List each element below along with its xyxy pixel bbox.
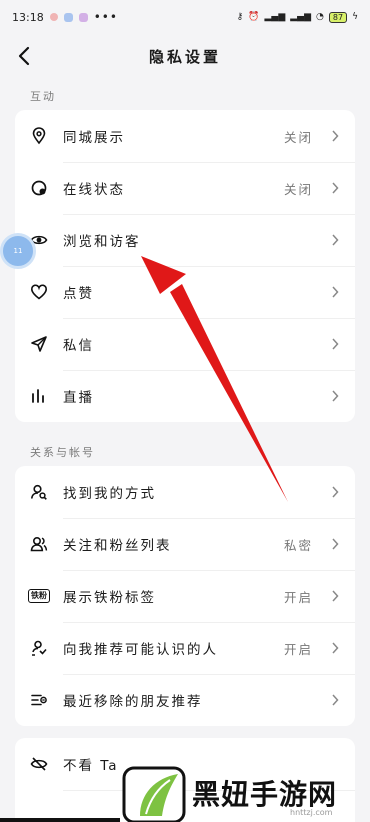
- page-title: 隐私设置: [148, 47, 221, 66]
- chevron-right-icon: [332, 390, 339, 402]
- chevron-right-icon: [332, 590, 339, 602]
- chevron-right-icon: [332, 538, 339, 550]
- setting-label: 浏览和访客: [63, 234, 141, 250]
- charging-icon: ϟ: [352, 12, 358, 22]
- back-button[interactable]: [10, 42, 38, 70]
- user-search-icon: [31, 484, 47, 500]
- setting-label: 点赞: [63, 286, 94, 302]
- setting-label: 同城展示: [63, 130, 125, 146]
- battery-icon: 87: [328, 11, 348, 23]
- alarm-icon: ⏰: [248, 12, 260, 22]
- setting-label: 私信: [63, 338, 94, 354]
- setting-row-browse-visitors[interactable]: 浏览和访客: [15, 214, 355, 266]
- setting-value: 开启: [283, 641, 313, 657]
- setting-row-follow-fans-list[interactable]: 关注和粉丝列表 私密: [15, 518, 355, 570]
- watermark-text: 黑妞手游网: [192, 778, 338, 811]
- floating-assistant-button[interactable]: 11: [0, 233, 36, 269]
- setting-label: 直播: [63, 390, 94, 406]
- notification-app-icon: [49, 13, 58, 21]
- floating-assistant-text: 11: [13, 247, 23, 255]
- recommend-user-icon: [32, 640, 47, 656]
- watermark: 黑妞手游网 hnttzj.com: [120, 764, 370, 822]
- setting-row-removed-recommendations[interactable]: 最近移除的朋友推荐: [15, 674, 355, 726]
- setting-row-local-display[interactable]: 同城展示 关闭: [15, 110, 355, 162]
- notification-app-icon: [63, 12, 73, 22]
- chevron-right-icon: [332, 286, 339, 298]
- send-message-icon: [31, 336, 47, 352]
- chevron-right-icon: [332, 642, 339, 654]
- status-time: 13:18: [12, 10, 44, 24]
- setting-row-likes[interactable]: 点赞: [15, 266, 355, 318]
- vpn-icon: ⚷: [236, 12, 244, 22]
- heart-icon: [31, 284, 47, 300]
- users-icon: [30, 536, 48, 552]
- fan-badge-icon: 铁粉: [28, 589, 50, 603]
- setting-label: 在线状态: [63, 182, 125, 198]
- setting-label: 向我推荐可能认识的人: [63, 642, 218, 658]
- hide-eye-icon: [30, 757, 48, 771]
- watermark-url: hnttzj.com: [290, 808, 333, 817]
- notification-app-icon: [78, 12, 88, 22]
- chevron-right-icon: [332, 130, 339, 142]
- chevron-right-icon: [332, 486, 339, 498]
- interaction-settings-card: 同城展示 关闭 在线状态 关闭 浏览和访客 点赞 私信 直播: [15, 110, 355, 422]
- section-header-interaction: 互动: [30, 90, 56, 103]
- removed-list-icon: [31, 694, 47, 706]
- setting-label: 最近移除的朋友推荐: [63, 694, 203, 710]
- setting-value: 关闭: [283, 129, 313, 145]
- setting-row-direct-messages[interactable]: 私信: [15, 318, 355, 370]
- navigation-bar: 隐私设置: [0, 34, 370, 78]
- setting-row-live[interactable]: 直播: [15, 370, 355, 422]
- status-bar: 13:18 ••• ⚷ ⏰ ▂▄▆ ▂▄▆ ◔ 87 ϟ: [0, 0, 370, 34]
- chevron-right-icon: [332, 182, 339, 194]
- setting-label: 找到我的方式: [63, 486, 156, 502]
- section-header-relations: 关系与帐号: [30, 446, 95, 459]
- setting-value: 开启: [283, 589, 313, 605]
- chevron-right-icon: [332, 234, 339, 246]
- watermark-logo: [122, 766, 186, 822]
- relations-settings-card: 找到我的方式 关注和粉丝列表 私密 铁粉 展示铁粉标签 开启 向我推荐可能认识的…: [15, 466, 355, 726]
- chevron-left-icon: [18, 46, 30, 66]
- setting-row-find-me[interactable]: 找到我的方式: [15, 466, 355, 518]
- setting-label: 展示铁粉标签: [63, 590, 156, 606]
- live-bars-icon: [32, 389, 44, 403]
- wifi-icon: ◔: [316, 12, 324, 22]
- chevron-right-icon: [332, 694, 339, 706]
- setting-row-online-status[interactable]: 在线状态 关闭: [15, 162, 355, 214]
- signal-icon: ▂▄▆: [264, 12, 286, 22]
- bottom-edge-bar: [0, 818, 120, 822]
- online-status-icon: [31, 180, 47, 196]
- setting-value: 私密: [283, 537, 313, 553]
- signal-icon: ▂▄▆: [290, 12, 312, 22]
- more-notifications-icon: •••: [93, 10, 118, 24]
- location-pin-icon: [32, 127, 46, 145]
- setting-value: 关闭: [283, 181, 313, 197]
- setting-label: 关注和粉丝列表: [63, 538, 172, 554]
- setting-row-recommend-people[interactable]: 向我推荐可能认识的人 开启: [15, 622, 355, 674]
- chevron-right-icon: [332, 338, 339, 350]
- setting-row-fan-badge[interactable]: 铁粉 展示铁粉标签 开启: [15, 570, 355, 622]
